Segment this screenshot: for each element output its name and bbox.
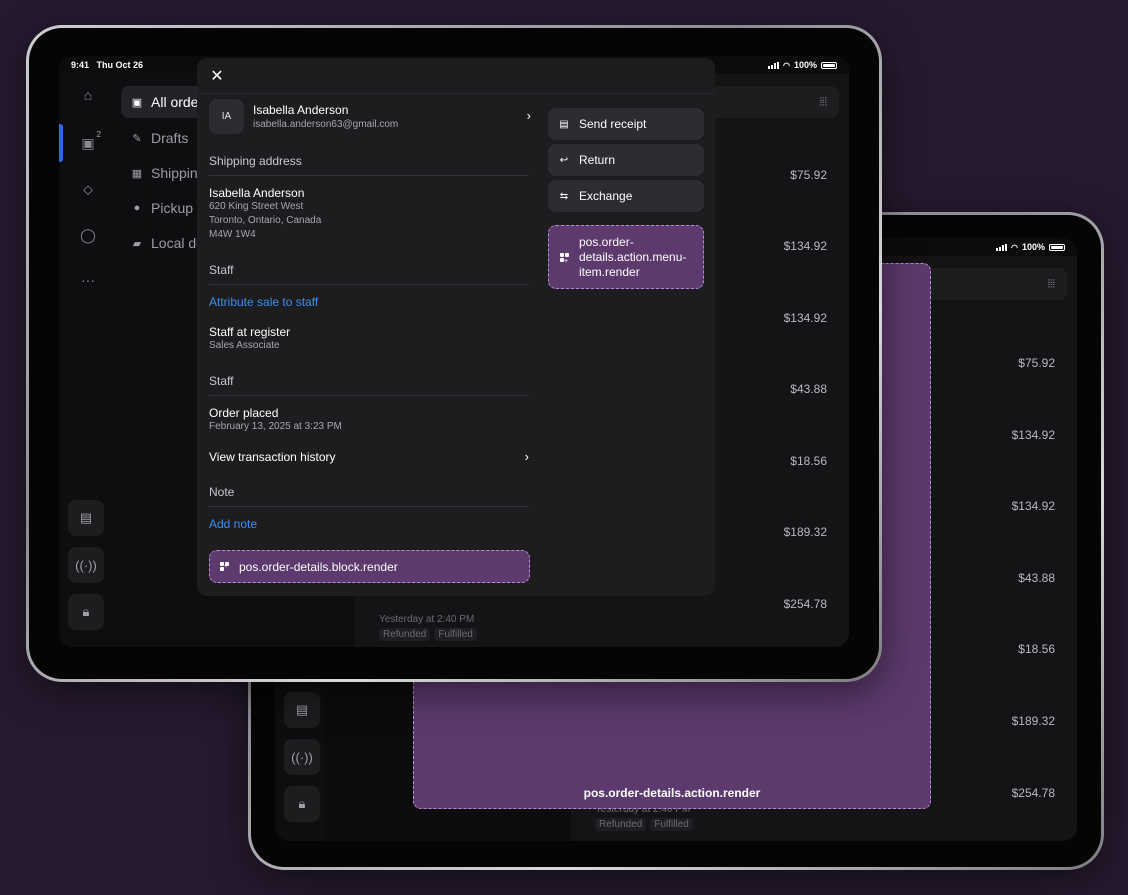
battery-icon <box>821 61 837 69</box>
order-placed-date: February 13, 2025 at 3:23 PM <box>209 421 342 432</box>
status-badge: Refunded <box>379 628 431 641</box>
barcode-scan-icon[interactable]: ⦙⦙⦙ <box>820 96 827 109</box>
battery-icon <box>1049 243 1065 251</box>
front-tablet: 9:41 Thu Oct 26 ◠ 100% ⌂ ▣2 ⬦ ◯ ··· ▤ ( <box>26 25 882 682</box>
order-price: $254.78 <box>783 597 827 611</box>
order-details-modal: ✕ IA Isabella Anderson isabella.anderson… <box>197 58 715 596</box>
modal-header: ✕ <box>197 58 715 94</box>
status-badge: Refunded <box>595 818 647 831</box>
sidebar-rail: ⌂ ▣ 2 ⬦ ◯ ··· ▤ ((·)) 🔒︎ <box>59 74 117 647</box>
broadcast-button[interactable]: ((·)) <box>284 739 320 775</box>
action-render-label: pos.order-details.action.render <box>583 786 761 800</box>
customer-icon[interactable]: ◯ <box>70 220 106 250</box>
front-tablet-screen: 9:41 Thu Oct 26 ◠ 100% ⌂ ▣2 ⬦ ◯ ··· ▤ ( <box>59 56 849 647</box>
transaction-history-label: View transaction history <box>209 450 336 464</box>
shipping-icon: ▦ <box>131 167 143 180</box>
order-price: $189.32 <box>1011 714 1055 728</box>
order-price: $254.78 <box>1011 786 1055 800</box>
status-time: 9:41 <box>71 60 90 70</box>
order-price: $134.92 <box>1011 499 1055 513</box>
staff-register-label: Staff at register <box>209 325 291 339</box>
block-render-label: pos.order-details.block.render <box>239 559 398 574</box>
chevron-right-icon: › <box>524 449 529 464</box>
customer-name: Isabella Anderson <box>253 102 349 117</box>
pin-icon: ● <box>133 202 141 214</box>
wifi-icon: ◠ <box>782 60 790 70</box>
return-icon: ↩ <box>559 154 569 166</box>
order-price: $189.32 <box>783 525 827 539</box>
orders-icon[interactable]: ▣ 2 <box>70 128 106 158</box>
wifi-icon: ◠ <box>1010 242 1018 252</box>
store-button[interactable]: ▤ <box>284 692 320 728</box>
block-render-extension[interactable]: pos.order-details.block.render <box>209 550 530 583</box>
signal-icon <box>995 243 1007 251</box>
more-icon[interactable]: ··· <box>70 265 106 295</box>
order-price: $134.92 <box>783 239 827 253</box>
customer-row[interactable]: IA Isabella Anderson isabella.anderson63… <box>209 96 531 136</box>
close-icon[interactable]: ✕ <box>205 64 229 88</box>
status-date: Thu Oct 26 <box>96 60 144 70</box>
menu-item-render-label: pos.order-details.action.menu-item.rende… <box>579 234 687 279</box>
active-indicator <box>59 124 63 162</box>
customer-email: isabella.anderson63@gmail.com <box>253 118 399 130</box>
truck-icon: ▰ <box>132 237 142 250</box>
order-price: $18.56 <box>1018 642 1055 656</box>
order-placed-label: Order placed <box>209 406 279 420</box>
order-price: $134.92 <box>783 311 827 325</box>
order-price: $43.88 <box>1018 571 1055 585</box>
home-icon[interactable]: ⌂ <box>70 80 106 110</box>
exchange-button[interactable]: ⇆ Exchange <box>548 180 704 212</box>
staff-role: Sales Associate <box>209 340 280 351</box>
order-price: $43.88 <box>790 382 827 396</box>
orders-badge: 2 <box>96 130 101 139</box>
add-note-link[interactable]: Add note <box>209 517 257 531</box>
order-date: Yesterday at 2:40 PM <box>379 614 475 625</box>
shipping-line-1: 620 King Street West <box>209 201 304 212</box>
send-receipt-button[interactable]: ▤ Send receipt <box>548 108 704 140</box>
app-extension-icon <box>220 562 229 571</box>
order-price: $75.92 <box>790 168 827 182</box>
order-price: $18.56 <box>790 454 827 468</box>
shipping-line-3: M4W 1W4 <box>209 229 256 240</box>
barcode-scan-icon[interactable]: ⦙⦙⦙ <box>1048 278 1055 291</box>
lock-button[interactable]: 🔒︎ <box>284 786 320 822</box>
attribute-sale-link[interactable]: Attribute sale to staff <box>209 295 318 309</box>
shipping-line-2: Toronto, Ontario, Canada <box>209 215 322 226</box>
order-tags: Refunded Fulfilled <box>379 628 477 641</box>
tag-icon[interactable]: ⬦ <box>70 174 106 204</box>
status-badge: Fulfilled <box>650 818 693 831</box>
transaction-history-row[interactable]: View transaction history › <box>209 449 529 464</box>
store-button[interactable]: ▤ <box>68 500 104 536</box>
staff-heading: Staff <box>209 263 529 285</box>
order-price: $75.92 <box>1018 356 1055 370</box>
app-extension-icon <box>560 252 569 269</box>
broadcast-button[interactable]: ((·)) <box>68 547 104 583</box>
draft-icon: ✎ <box>132 132 142 145</box>
battery-percent: 100% <box>793 60 817 70</box>
avatar: IA <box>209 98 244 134</box>
order-tags: Refunded Fulfilled <box>595 818 693 831</box>
chevron-right-icon: › <box>526 108 531 123</box>
staff-heading-2: Staff <box>209 374 529 396</box>
note-heading: Note <box>209 485 529 507</box>
return-button[interactable]: ↩ Return <box>548 144 704 176</box>
exchange-icon: ⇆ <box>559 190 569 202</box>
signal-icon <box>767 61 779 69</box>
receipt-icon: ▤ <box>559 118 569 130</box>
inbox-icon: ▣ <box>131 96 143 109</box>
menu-item-render-extension[interactable]: pos.order-details.action.menu-item.rende… <box>548 225 704 289</box>
shipping-name: Isabella Anderson <box>209 186 305 200</box>
shipping-address-heading: Shipping address <box>209 154 529 176</box>
front-tablet-bezel: 9:41 Thu Oct 26 ◠ 100% ⌂ ▣2 ⬦ ◯ ··· ▤ ( <box>29 28 879 679</box>
lock-button[interactable]: 🔒︎ <box>68 594 104 630</box>
status-badge: Fulfilled <box>434 628 477 641</box>
order-price: $134.92 <box>1011 428 1055 442</box>
battery-percent: 100% <box>1021 242 1045 252</box>
